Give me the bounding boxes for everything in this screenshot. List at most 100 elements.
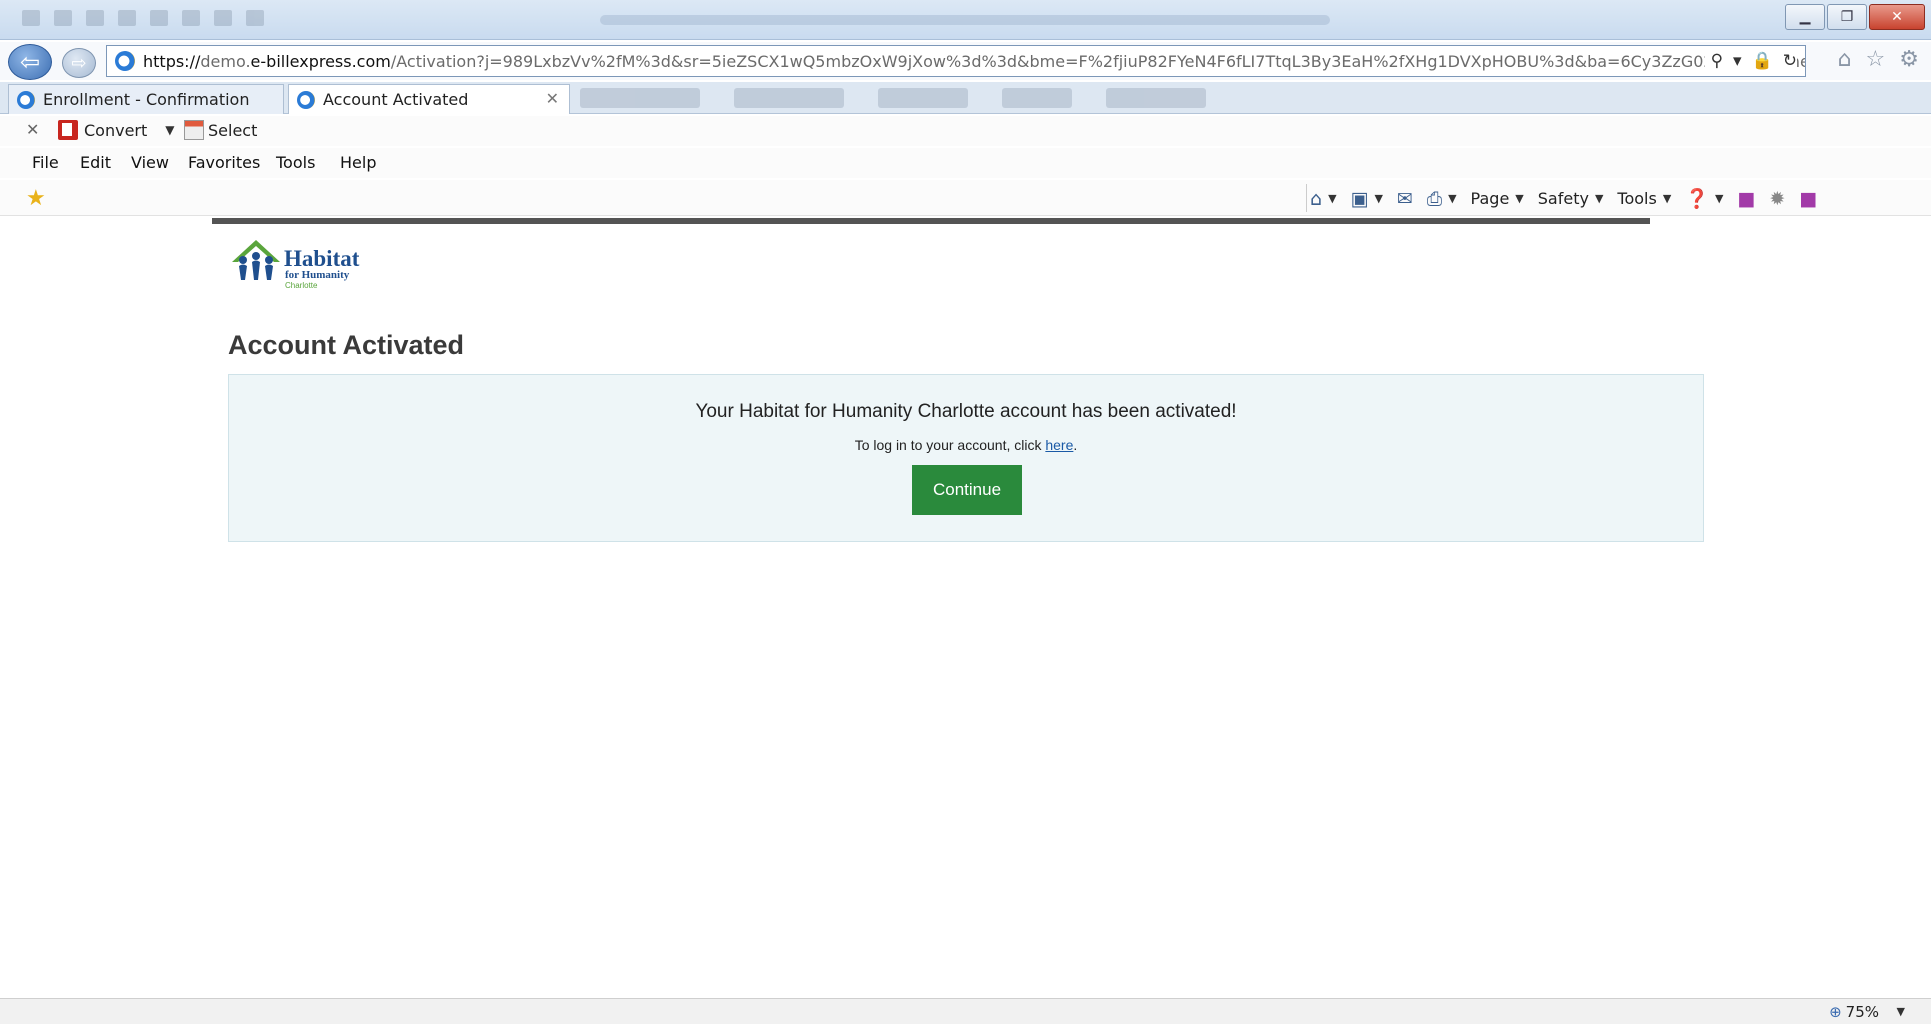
print-icon[interactable]: ⎙ — [1427, 188, 1442, 210]
login-here-link[interactable]: here — [1045, 437, 1073, 453]
read-mail-icon[interactable]: ✉ — [1397, 188, 1413, 210]
page-menu-button[interactable]: Page — [1471, 189, 1510, 208]
select-button[interactable]: Select — [184, 120, 257, 140]
page-header-bar — [212, 218, 1650, 224]
maximize-button[interactable]: ❐ — [1827, 4, 1867, 30]
home-icon[interactable]: ⌂ — [1838, 47, 1852, 72]
gear-icon[interactable]: ⚙ — [1899, 47, 1919, 72]
habitat-logo-mark-icon — [232, 240, 280, 280]
quick-access-icon — [54, 10, 72, 26]
select-label: Select — [208, 120, 258, 140]
chevron-down-icon[interactable]: ▼ — [1715, 192, 1723, 205]
minimize-button[interactable]: ▁ — [1785, 4, 1825, 30]
menu-view[interactable]: View — [131, 153, 169, 172]
logo-city: Charlotte — [285, 281, 318, 290]
quick-access-icon — [182, 10, 200, 26]
address-bar-actions: ⚲ ▾ 🔒 ↻ — [1704, 51, 1797, 71]
arrow-right-icon: ⇨ — [71, 52, 87, 74]
activation-message: Your Habitat for Humanity Charlotte acco… — [695, 401, 1237, 422]
tab-enrollment-confirmation[interactable]: Enrollment - Confirmation — [8, 84, 284, 114]
menu-bar: File Edit View Favorites Tools Help — [0, 148, 1931, 178]
search-icon[interactable]: ⚲ — [1711, 51, 1723, 71]
zoom-level: 75% — [1845, 1003, 1879, 1021]
help-icon[interactable]: ❓ — [1685, 187, 1709, 210]
blurred-tab — [580, 88, 700, 108]
tools-menu-button[interactable]: Tools — [1617, 189, 1656, 208]
blurred-tab — [878, 88, 968, 108]
zoom-control[interactable]: ⊕ 75% — [1829, 1003, 1879, 1021]
page-title: Account Activated — [228, 330, 465, 360]
chevron-down-icon[interactable]: ▾ — [1733, 51, 1742, 71]
close-tab-icon[interactable]: ✕ — [546, 89, 559, 108]
safety-menu-button[interactable]: Safety — [1538, 189, 1589, 208]
quick-access-icon — [246, 10, 264, 26]
gear-icon[interactable]: ✹ — [1769, 188, 1785, 210]
status-bar: ⊕ 75% ▼ — [0, 998, 1931, 1024]
quick-access-icon — [118, 10, 136, 26]
login-prefix: To log in to your account, click — [854, 437, 1046, 453]
maximize-icon: ❐ — [1840, 9, 1854, 25]
close-icon: ✕ — [1891, 9, 1903, 25]
select-icon — [184, 120, 204, 140]
quick-access-icon — [214, 10, 232, 26]
lock-icon[interactable]: 🔒 — [1752, 51, 1773, 71]
menu-help[interactable]: Help — [340, 153, 376, 172]
menu-file[interactable]: File — [32, 153, 59, 172]
blurred-background-tabs — [580, 88, 1206, 108]
convert-button[interactable]: Convert ▼ — [58, 120, 175, 140]
chevron-down-icon[interactable]: ▼ — [1374, 192, 1382, 205]
blurred-tab — [1106, 88, 1206, 108]
favorites-star-icon[interactable]: ★ — [26, 186, 46, 211]
quick-access-icon — [150, 10, 168, 26]
close-window-button[interactable]: ✕ — [1869, 4, 1925, 30]
quick-access-icon — [86, 10, 104, 26]
ie-page-icon — [297, 90, 315, 109]
chevron-down-icon[interactable]: ▼ — [1328, 192, 1336, 205]
chevron-down-icon[interactable]: ▼ — [1595, 192, 1603, 205]
address-row: ⇦ ⇨ https://demo. e-billexpress.com/Activ… — [0, 42, 1931, 80]
address-bar[interactable]: https://demo. e-billexpress.com/Activatio… — [106, 45, 1806, 77]
quick-access-icons — [22, 10, 264, 26]
pdf-icon — [58, 120, 78, 140]
continue-button[interactable]: Continue — [912, 465, 1022, 515]
minimize-icon: ▁ — [1799, 9, 1811, 25]
url-path: /Activation?j=989LxbzVv%2fM%3d&sr=5ieZSC… — [390, 51, 1806, 71]
menu-tools[interactable]: Tools — [276, 153, 315, 172]
ie-page-icon — [17, 90, 35, 109]
menu-favorites[interactable]: Favorites — [188, 153, 260, 172]
quick-access-icon — [22, 10, 40, 26]
url-subdomain: demo. — [200, 51, 251, 71]
chevron-down-icon[interactable]: ▼ — [1448, 192, 1456, 205]
back-button[interactable]: ⇦ — [8, 44, 52, 80]
chevron-down-icon[interactable]: ▼ — [1515, 192, 1523, 205]
rss-feed-icon[interactable]: ▣ — [1351, 188, 1369, 210]
chevron-down-icon[interactable]: ▼ — [165, 123, 174, 137]
home-icon[interactable]: ⌂ — [1310, 188, 1322, 210]
window-title-blurred — [600, 15, 1330, 25]
tab-label: Enrollment - Confirmation — [43, 90, 250, 109]
logo-subtitle: for Humanity — [285, 269, 350, 281]
tab-strip: Enrollment - Confirmation Account Activa… — [0, 82, 1931, 114]
window-title-bar: ▁ ❐ ✕ — [0, 0, 1931, 40]
onenote-linked-icon[interactable]: ■ — [1799, 188, 1817, 210]
blurred-tab — [1002, 88, 1072, 108]
convert-label: Convert — [84, 120, 148, 140]
login-instructions: To log in to your account, click here. — [229, 437, 1703, 453]
chevron-down-icon[interactable]: ▼ — [1897, 1005, 1905, 1018]
onenote-icon[interactable]: ■ — [1737, 188, 1755, 210]
tab-account-activated[interactable]: Account Activated ✕ — [288, 84, 570, 114]
menu-edit[interactable]: Edit — [80, 153, 111, 172]
refresh-icon[interactable]: ↻ — [1783, 51, 1797, 71]
url-scheme: https:// — [143, 51, 201, 71]
close-toolbar-icon[interactable]: ✕ — [26, 120, 39, 139]
command-bar: ✕ Convert ▼ Select — [0, 116, 1931, 146]
arrow-left-icon: ⇦ — [19, 48, 41, 76]
activation-panel: Your Habitat for Humanity Charlotte acco… — [228, 374, 1704, 542]
forward-button[interactable]: ⇨ — [62, 48, 96, 78]
favorites-bar: ★ ⌂ ▼ ▣ ▼ ✉ ⎙ ▼ Page ▼ Safety ▼ Tools ▼ … — [0, 180, 1931, 216]
browser-right-icons: ⌂ ☆ ⚙ — [1838, 47, 1919, 72]
chevron-down-icon[interactable]: ▼ — [1663, 192, 1671, 205]
star-icon[interactable]: ☆ — [1866, 47, 1886, 72]
habitat-logo: Habitat for Humanity Charlotte — [228, 236, 359, 290]
login-suffix: . — [1073, 437, 1078, 453]
